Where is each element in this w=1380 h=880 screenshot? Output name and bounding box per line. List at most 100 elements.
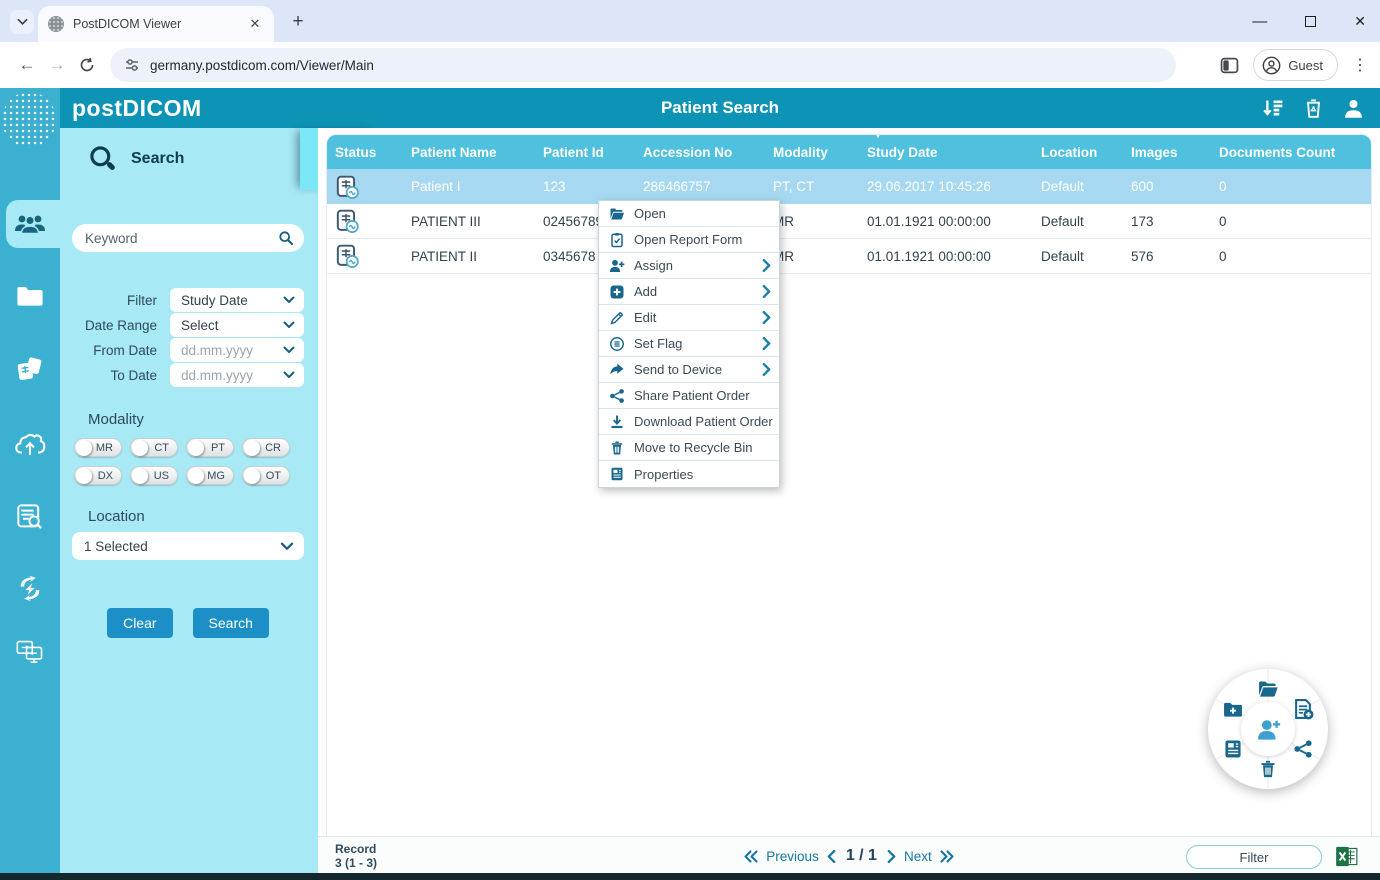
col-location[interactable]: Location: [1033, 145, 1123, 160]
table-row[interactable]: PATIENT II 0345678 MR 01.01.1921 00:00:0…: [327, 239, 1371, 274]
sort-desc-icon: ▼: [873, 134, 883, 141]
col-status[interactable]: Status: [327, 145, 403, 160]
browser-tab[interactable]: PostDICOM Viewer ✕: [38, 6, 274, 42]
recycle-bin-icon[interactable]: [1304, 98, 1323, 119]
keyword-input[interactable]: [85, 230, 278, 246]
sidebar-item-patients[interactable]: [0, 202, 60, 246]
page-title: Patient Search: [660, 98, 780, 117]
to-date-select[interactable]: dd.mm.yyyy: [170, 363, 304, 387]
download-icon: [611, 415, 623, 428]
toggle-knob: [76, 467, 92, 484]
menu-item-open[interactable]: Open: [599, 201, 779, 227]
from-date-select[interactable]: dd.mm.yyyy: [170, 338, 304, 362]
last-page-icon[interactable]: [940, 849, 954, 863]
forward-button[interactable]: →: [42, 50, 72, 80]
keyword-field: [72, 224, 304, 252]
window-maximize-button[interactable]: [1305, 15, 1317, 27]
browser-profile-button[interactable]: Guest: [1253, 49, 1338, 81]
search-button[interactable]: Search: [192, 608, 269, 638]
back-button[interactable]: ←: [12, 50, 42, 80]
patient-orders-icon: [17, 357, 42, 380]
profile-label: Guest: [1288, 57, 1323, 73]
reload-button[interactable]: [72, 50, 102, 80]
date-range-label: Date Range: [84, 317, 157, 333]
sidebar-item-folders[interactable]: [0, 274, 60, 318]
sidebar-item-transfer[interactable]: [0, 567, 60, 611]
date-range-select[interactable]: Select: [170, 313, 304, 337]
tab-search[interactable]: Search: [60, 128, 300, 190]
wheel-assign-button[interactable]: [1241, 702, 1295, 756]
previous-page-icon[interactable]: [827, 849, 836, 863]
wheel-add-document-button[interactable]: [1291, 697, 1315, 721]
menu-item-send-to-device[interactable]: Send to Device: [599, 357, 779, 383]
modality-toggle-pt[interactable]: PT: [186, 438, 234, 457]
col-images[interactable]: Images: [1123, 145, 1211, 160]
folder-icon: [17, 287, 43, 306]
tab-search-chevron-icon[interactable]: [10, 10, 34, 34]
menu-item-open-report-form[interactable]: Open Report Form: [599, 227, 779, 253]
remote-devices-icon: [16, 640, 43, 663]
filter-select[interactable]: Study Date: [170, 288, 304, 312]
browser-menu-icon[interactable]: ⋮: [1352, 55, 1368, 75]
trash-icon: [611, 440, 623, 454]
user-icon[interactable]: [1343, 98, 1364, 119]
new-tab-button[interactable]: +: [286, 10, 310, 34]
filter-label: Filter: [127, 292, 157, 308]
wheel-open-folder-button[interactable]: [1256, 677, 1280, 701]
table-row[interactable]: PATIENT III 02456789 MR 01.01.1921 00:00…: [327, 204, 1371, 239]
tab-close-icon[interactable]: ✕: [246, 15, 264, 33]
sidebar-item-worklist[interactable]: [0, 495, 60, 539]
first-page-icon[interactable]: [744, 849, 758, 863]
wheel-add-folder-button[interactable]: [1221, 697, 1245, 721]
properties-icon: [1225, 740, 1241, 758]
menu-item-assign[interactable]: Assign: [599, 253, 779, 279]
col-accession-no[interactable]: Accession No: [635, 145, 765, 160]
col-modality[interactable]: Modality: [765, 145, 859, 160]
menu-item-download-patient-order[interactable]: Download Patient Order: [599, 409, 779, 435]
table-row[interactable]: Patient I 123 286466757 PT, CT 29.06.201…: [327, 169, 1371, 204]
sidebar-item-patient-orders[interactable]: [0, 348, 60, 392]
col-documents-count[interactable]: Documents Count: [1211, 145, 1371, 160]
site-settings-icon[interactable]: [124, 57, 140, 73]
modality-toggle-ot[interactable]: OT: [242, 466, 290, 485]
modality-toggle-us[interactable]: US: [130, 466, 178, 485]
page-indicator: 1 / 1: [845, 847, 877, 864]
wheel-delete-button[interactable]: [1256, 757, 1280, 781]
col-patient-name[interactable]: Patient Name: [403, 145, 535, 160]
tab-search-label: Search: [131, 150, 185, 167]
side-panel-icon[interactable]: [1220, 56, 1239, 75]
menu-item-share-patient-order[interactable]: Share Patient Order: [599, 383, 779, 409]
submenu-arrow-icon: [762, 363, 771, 376]
col-patient-id[interactable]: Patient Id: [535, 145, 635, 160]
filter-button[interactable]: Filter: [1186, 845, 1322, 869]
previous-page-button[interactable]: Previous: [766, 849, 819, 864]
menu-item-move-to-recycle-bin[interactable]: Move to Recycle Bin: [599, 435, 779, 461]
sidebar-item-remote-devices[interactable]: [0, 630, 60, 674]
next-page-button[interactable]: Next: [904, 849, 932, 864]
keyword-search-icon[interactable]: [278, 230, 294, 246]
modality-toggle-cr[interactable]: CR: [242, 438, 290, 457]
menu-item-set-flag[interactable]: Set Flag: [599, 331, 779, 357]
app-header: postDICOM Patient Search: [60, 88, 1380, 128]
menu-item-edit[interactable]: Edit: [599, 305, 779, 331]
window-close-button[interactable]: ✕: [1354, 13, 1366, 30]
clear-button[interactable]: Clear: [107, 608, 173, 638]
menu-item-add[interactable]: Add: [599, 279, 779, 305]
submenu-arrow-icon: [762, 285, 771, 298]
sort-queue-icon[interactable]: [1262, 98, 1284, 118]
modality-toggle-dx[interactable]: DX: [74, 466, 122, 485]
window-minimize-button[interactable]: —: [1252, 13, 1267, 30]
menu-item-properties[interactable]: Properties: [599, 461, 779, 487]
modality-toggle-mr[interactable]: MR: [74, 438, 122, 457]
next-page-icon[interactable]: [887, 849, 896, 863]
wheel-properties-button[interactable]: [1221, 737, 1245, 761]
url-bar[interactable]: germany.postdicom.com/Viewer/Main: [110, 48, 1176, 82]
modality-toggle-ct[interactable]: CT: [130, 438, 178, 457]
sidebar-item-cloud-upload[interactable]: [0, 422, 60, 466]
col-study-date[interactable]: ▼ Study Date: [859, 135, 1033, 160]
wheel-share-button[interactable]: [1291, 737, 1315, 761]
modality-toggle-mg[interactable]: MG: [186, 466, 234, 485]
main-content: Status Patient Name Patient Id Accession…: [318, 128, 1380, 874]
excel-export-icon[interactable]: [1335, 845, 1358, 868]
location-select[interactable]: 1 Selected: [72, 532, 304, 560]
